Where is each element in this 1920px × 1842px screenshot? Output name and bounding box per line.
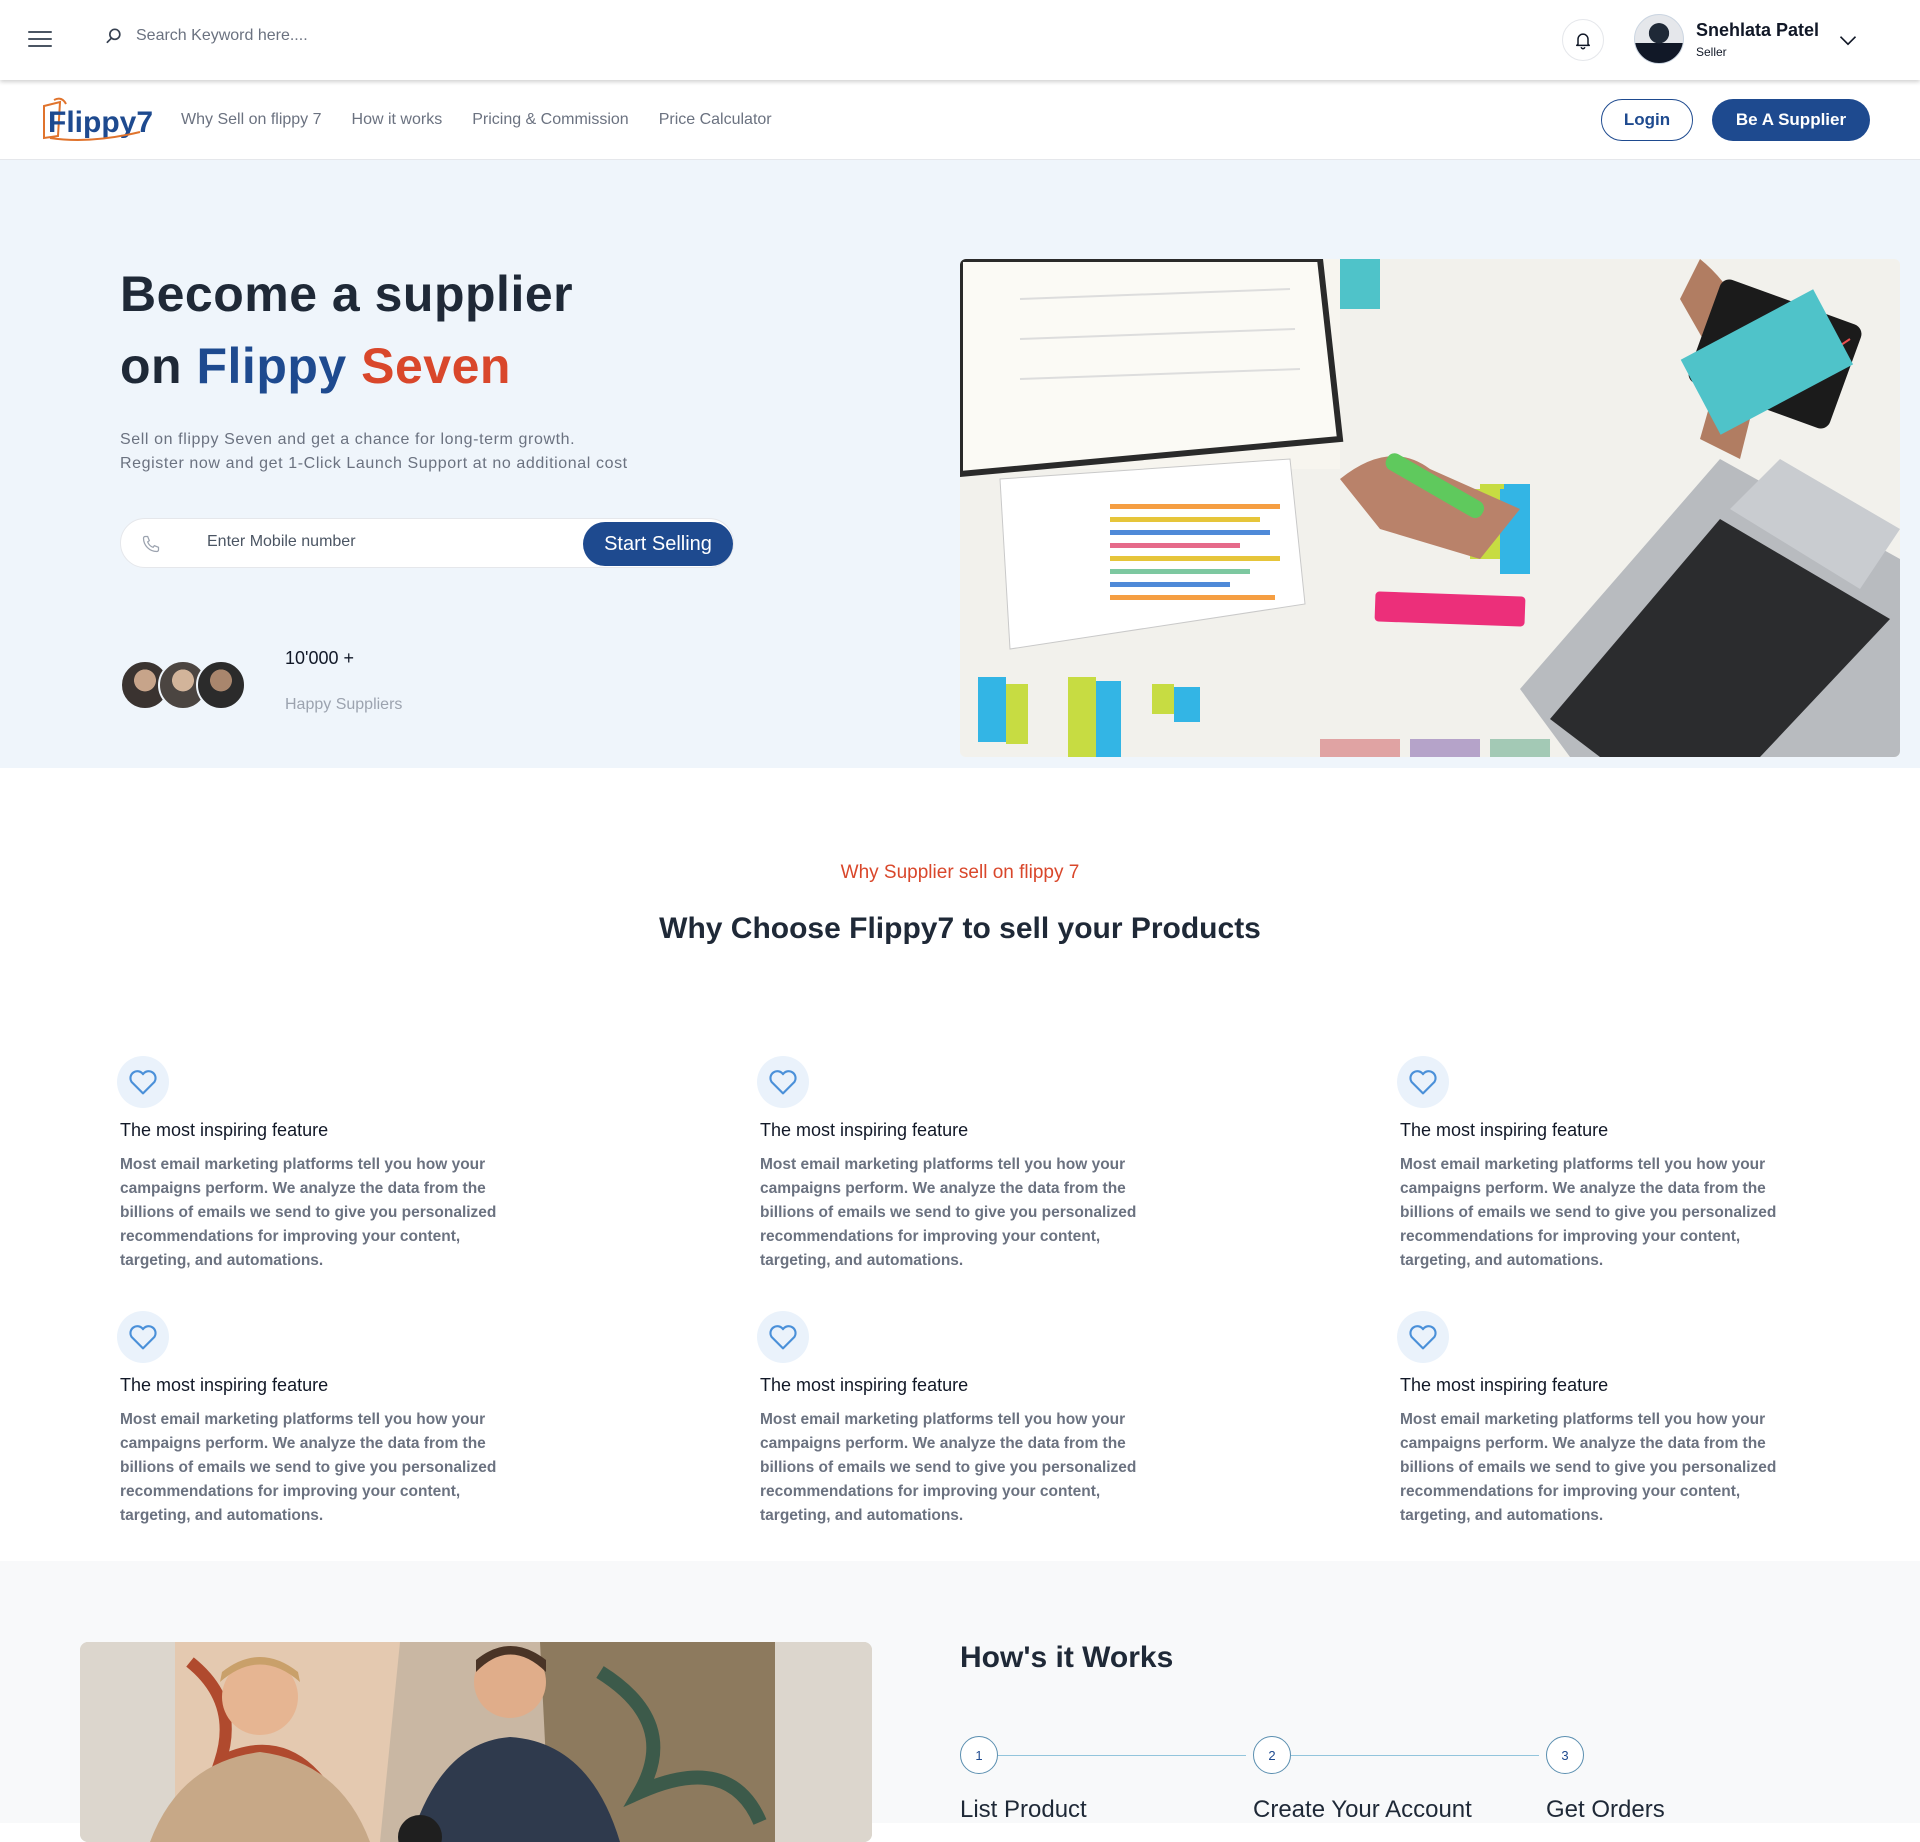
heart-icon [757, 1056, 809, 1108]
hero-image [960, 259, 1900, 757]
section-kicker: Why Supplier sell on flippy 7 [840, 862, 1080, 883]
step-connector [1291, 1755, 1539, 1756]
main-nav: Flippy7 Why Sell on flippy 7 How it work… [0, 80, 1920, 160]
search-input[interactable] [136, 27, 396, 45]
feature-description: Most email marketing platforms tell you … [1400, 1156, 1777, 1269]
hero-title: Become a supplier on Flippy Seven [120, 266, 574, 394]
feature-card: The most inspiring feature Most email ma… [117, 1056, 540, 1273]
step-label: List Product [960, 1796, 1087, 1823]
user-role: Seller [1696, 44, 1727, 59]
step-number: 1 [960, 1736, 998, 1774]
svg-text:Flippy7: Flippy7 [48, 106, 152, 139]
feature-title: The most inspiring feature [120, 1120, 329, 1140]
feature-card: The most inspiring feature Most email ma… [757, 1056, 1180, 1273]
flippy7-logo[interactable]: Flippy7 [40, 96, 152, 144]
hero-description: Sell on flippy Seven and get a chance fo… [120, 431, 628, 472]
heart-icon [1397, 1056, 1449, 1108]
feature-description: Most email marketing platforms tell you … [760, 1156, 1137, 1269]
how-it-works-section: How's it Works 1 2 3 List Product Create… [0, 1561, 1920, 1842]
nav-link-pricing[interactable]: Pricing & Commission [472, 111, 628, 129]
feature-description: Most email marketing platforms tell you … [760, 1411, 1137, 1524]
phone-icon [142, 535, 160, 553]
notification-button[interactable] [1562, 19, 1604, 61]
mobile-number-input[interactable] [207, 533, 497, 551]
login-button[interactable]: Login [1601, 99, 1693, 141]
start-selling-button[interactable]: Start Selling [583, 522, 733, 566]
heart-icon [1397, 1311, 1449, 1363]
step-connector [998, 1755, 1246, 1756]
feature-description: Most email marketing platforms tell you … [120, 1156, 497, 1269]
section-heading: Why Choose Flippy7 to sell your Products [659, 912, 1261, 945]
nav-link-how-it-works[interactable]: How it works [352, 111, 443, 129]
supplier-count-label: Happy Suppliers [285, 696, 403, 713]
feature-title: The most inspiring feature [760, 1120, 969, 1140]
chevron-down-icon[interactable] [1838, 30, 1858, 50]
how-heading: How's it Works [960, 1641, 1174, 1674]
mobile-signup-form: Start Selling [120, 518, 734, 568]
feature-title: The most inspiring feature [760, 1375, 969, 1395]
feature-card: The most inspiring feature Most email ma… [117, 1311, 540, 1528]
supplier-avatars [120, 660, 246, 712]
user-menu[interactable]: Snehlata Patel Seller [1634, 14, 1819, 64]
nav-link-price-calculator[interactable]: Price Calculator [659, 111, 772, 129]
menu-icon[interactable] [28, 31, 52, 49]
nav-link-why-sell[interactable]: Why Sell on flippy 7 [181, 111, 322, 129]
supplier-count: 10'000 + [285, 648, 355, 668]
heart-icon [117, 1056, 169, 1108]
feature-title: The most inspiring feature [1400, 1120, 1609, 1140]
heart-icon [117, 1311, 169, 1363]
feature-card: The most inspiring feature Most email ma… [1397, 1056, 1820, 1273]
top-bar: Snehlata Patel Seller [0, 0, 1920, 80]
nav-links: Why Sell on flippy 7 How it works Pricin… [181, 111, 772, 129]
be-a-supplier-button[interactable]: Be A Supplier [1712, 99, 1870, 141]
step-label: Create Your Account [1253, 1796, 1472, 1823]
hero-section: Become a supplier on Flippy Seven Sell o… [0, 160, 1920, 768]
avatar [1634, 14, 1684, 64]
feature-description: Most email marketing platforms tell you … [120, 1411, 497, 1524]
search-icon [106, 28, 121, 44]
feature-card: The most inspiring feature Most email ma… [1397, 1311, 1820, 1528]
avatar [196, 660, 246, 710]
search-box [104, 26, 396, 46]
team-photo [80, 1642, 872, 1842]
feature-title: The most inspiring feature [120, 1375, 329, 1395]
bell-icon [1576, 33, 1590, 50]
why-choose-section: Why Supplier sell on flippy 7 Why Choose… [0, 768, 1920, 1561]
step-label: Get Orders [1546, 1796, 1665, 1823]
heart-icon [757, 1311, 809, 1363]
feature-card: The most inspiring feature Most email ma… [757, 1311, 1180, 1528]
step-number: 2 [1253, 1736, 1291, 1774]
user-name: Snehlata Patel [1696, 19, 1820, 40]
step-number: 3 [1546, 1736, 1584, 1774]
feature-title: The most inspiring feature [1400, 1375, 1609, 1395]
feature-description: Most email marketing platforms tell you … [1400, 1411, 1777, 1524]
